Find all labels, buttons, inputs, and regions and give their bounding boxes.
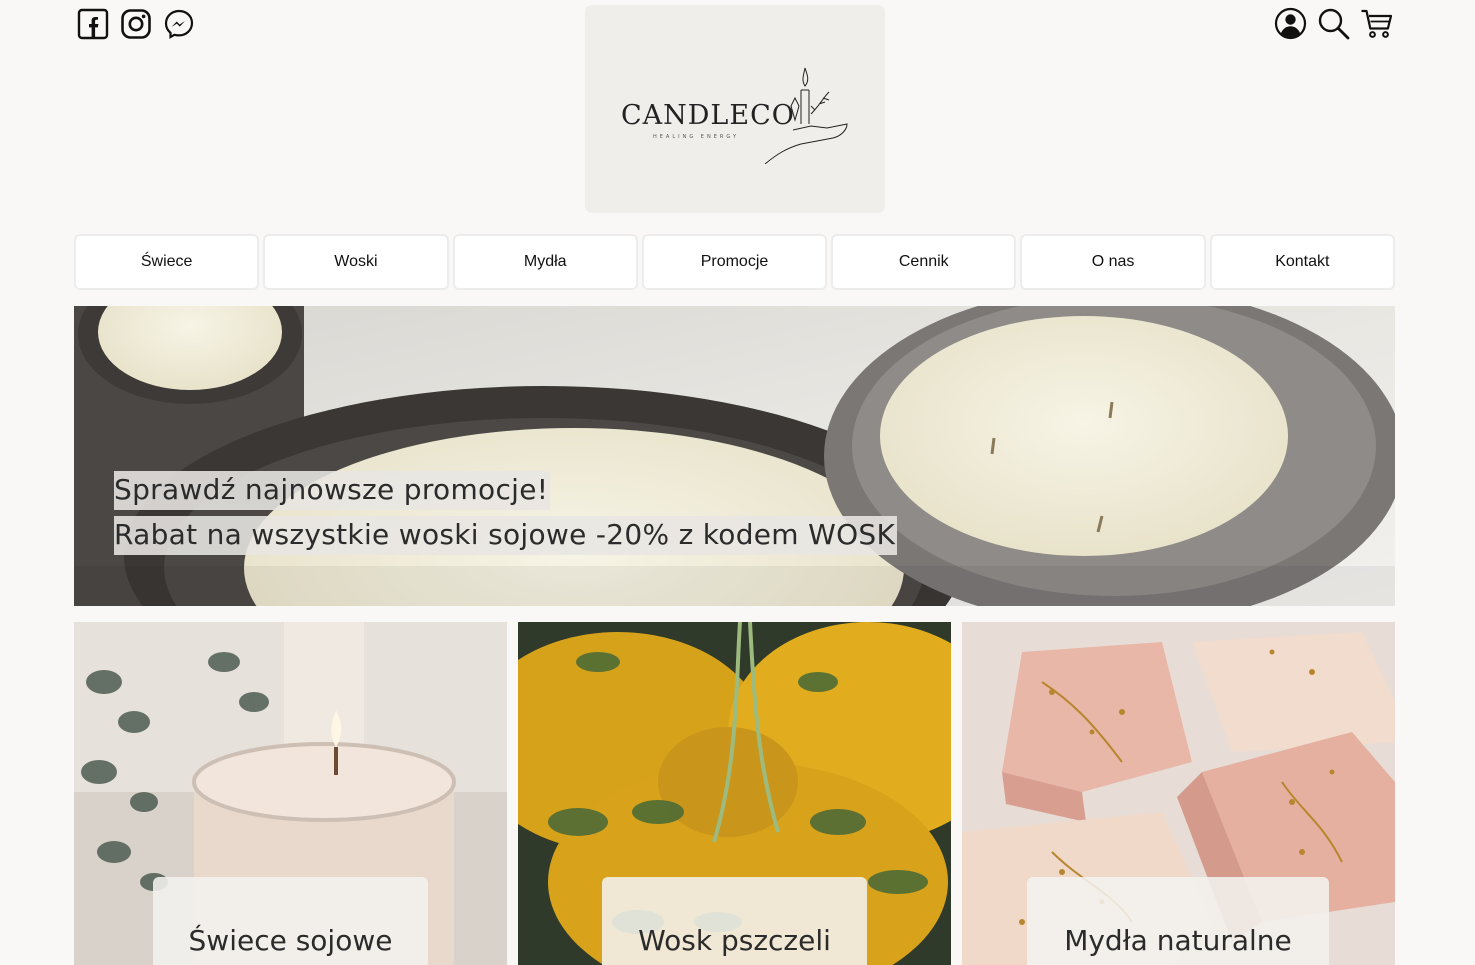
nav-item-promocje[interactable]: Promocje xyxy=(641,234,828,290)
main-nav: Świece Woski Mydła Promocje Cennik O nas… xyxy=(74,234,1395,290)
messenger-icon[interactable] xyxy=(163,8,195,40)
category-card-swiece-sojowe[interactable]: Świece sojowe xyxy=(74,622,507,965)
category-label: Mydła naturalne xyxy=(1027,877,1329,965)
hero-banner[interactable]: Sprawdź najnowsze promocje! Rabat na wsz… xyxy=(74,306,1395,606)
nav-item-swiece[interactable]: Świece xyxy=(74,234,260,290)
cart-icon[interactable] xyxy=(1360,7,1393,40)
category-label: Wosk pszczeli xyxy=(602,877,867,965)
hero-image xyxy=(74,306,1395,606)
account-icon[interactable] xyxy=(1274,7,1307,40)
nav-item-kontakt[interactable]: Kontakt xyxy=(1209,234,1395,290)
nav-item-o-nas[interactable]: O nas xyxy=(1020,234,1206,290)
nav-item-cennik[interactable]: Cennik xyxy=(831,234,1017,290)
logo-tagline: HEALING ENERGY xyxy=(653,134,739,140)
category-card-wosk-pszczeli[interactable]: Wosk pszczeli xyxy=(518,622,951,965)
candleco-logo: CANDLECO HEALING ENERGY xyxy=(621,67,848,164)
category-card-mydla-naturalne[interactable]: Mydła naturalne xyxy=(962,622,1395,965)
hero-headline: Sprawdź najnowsze promocje! xyxy=(114,471,551,510)
logo-brand: CANDLECO xyxy=(621,100,795,131)
facebook-icon[interactable] xyxy=(77,8,109,40)
instagram-icon[interactable] xyxy=(120,8,152,40)
nav-item-mydla[interactable]: Mydła xyxy=(452,234,638,290)
social-links xyxy=(77,8,195,40)
category-label: Świece sojowe xyxy=(153,877,428,965)
nav-item-woski[interactable]: Woski xyxy=(263,234,449,290)
header-tools xyxy=(1274,7,1393,40)
hero-promo-text: Rabat na wszystkie woski sojowe -20% z k… xyxy=(114,516,898,555)
site-logo[interactable]: CANDLECO HEALING ENERGY xyxy=(585,5,885,213)
search-icon[interactable] xyxy=(1317,7,1350,40)
